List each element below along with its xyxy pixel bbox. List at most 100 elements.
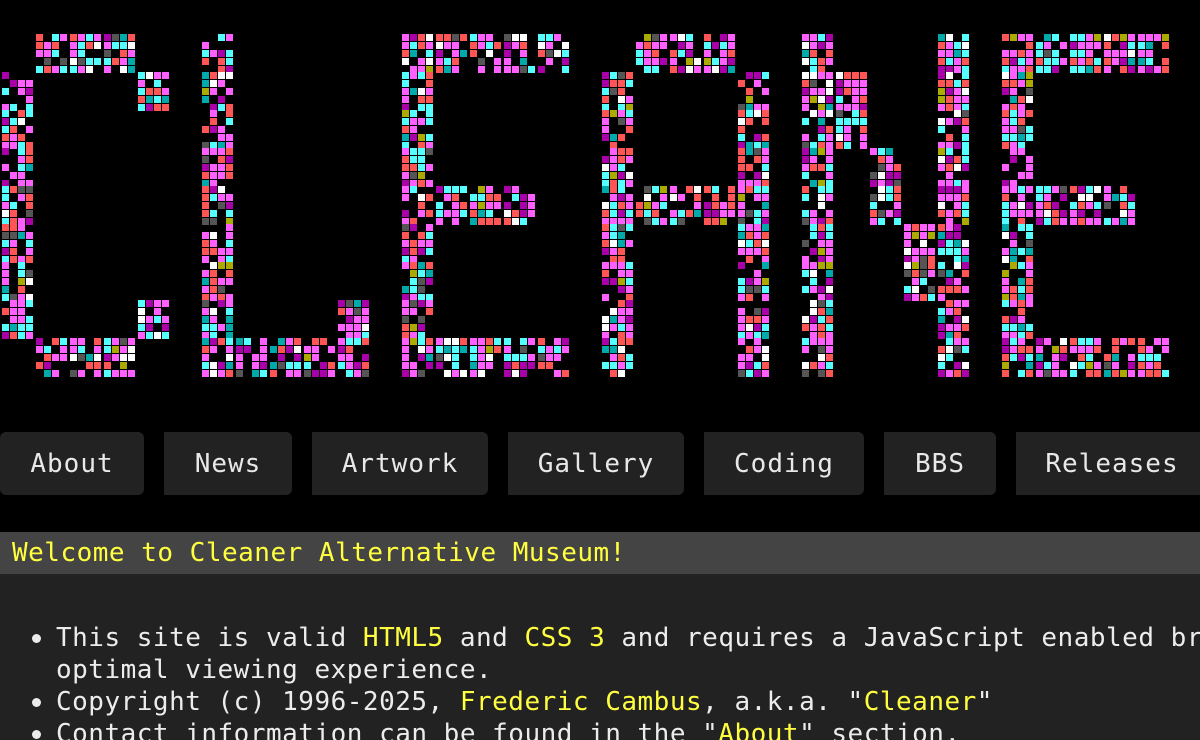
logo-pixel <box>802 88 809 95</box>
logo-pixel <box>1094 34 1101 41</box>
logo-pixel <box>26 180 33 187</box>
logo-pixel <box>202 370 209 377</box>
logo-pixel <box>818 308 825 315</box>
html5-link[interactable]: HTML5 <box>363 623 444 653</box>
logo-pixel <box>1018 210 1025 217</box>
logo-pixel <box>878 164 885 171</box>
nav-bbs[interactable]: BBS <box>884 432 996 495</box>
nav-news[interactable]: News <box>164 432 292 495</box>
logo-pixel <box>1036 66 1043 73</box>
author-link[interactable]: Frederic Cambus <box>460 687 702 717</box>
nav-releases[interactable]: Releases <box>1016 432 1200 495</box>
logo-pixel <box>520 354 527 361</box>
logo-pixel <box>626 332 633 339</box>
logo-pixel <box>418 262 425 269</box>
logo-pixel <box>426 362 433 369</box>
logo-pixel <box>618 186 625 193</box>
logo-pixel <box>128 42 135 49</box>
logo-pixel <box>138 96 145 103</box>
nav-artwork[interactable]: Artwork <box>312 432 488 495</box>
logo-pixel <box>852 96 859 103</box>
logo-pixel <box>810 270 817 277</box>
logo-pixel <box>346 338 353 345</box>
logo-pixel <box>618 286 625 293</box>
logo-pixel <box>202 240 209 247</box>
logo-pixel <box>826 180 833 187</box>
logo-pixel <box>478 346 485 353</box>
logo-pixel <box>146 88 153 95</box>
logo-pixel <box>1162 66 1169 73</box>
logo-pixel <box>626 316 633 323</box>
logo-pixel <box>1010 202 1017 209</box>
logo-pixel <box>762 172 769 179</box>
logo-pixel <box>962 270 969 277</box>
logo-pixel <box>202 172 209 179</box>
logo-pixel <box>202 164 209 171</box>
logo-pixel <box>286 362 293 369</box>
logo-pixel <box>818 286 825 293</box>
logo-pixel <box>94 338 101 345</box>
logo-pixel <box>626 180 633 187</box>
logo-pixel <box>538 338 545 345</box>
logo-pixel <box>618 80 625 87</box>
logo-pixel <box>826 96 833 103</box>
logo-pixel <box>946 270 953 277</box>
logo-pixel <box>1070 370 1077 377</box>
logo-pixel <box>802 362 809 369</box>
logo-pixel <box>1128 338 1135 345</box>
logo-pixel <box>938 148 945 155</box>
logo-pixel <box>218 156 225 163</box>
logo-pixel <box>954 58 961 65</box>
logo-pixel <box>128 346 135 353</box>
nav-coding[interactable]: Coding <box>704 432 864 495</box>
logo-pixel <box>762 218 769 225</box>
logo-pixel <box>18 110 25 117</box>
logo-pixel <box>402 172 409 179</box>
alias-link[interactable]: Cleaner <box>864 687 977 717</box>
logo-pixel <box>754 80 761 87</box>
logo-pixel <box>1112 50 1119 57</box>
logo-pixel <box>602 224 609 231</box>
logo-pixel <box>938 324 945 331</box>
logo-pixel <box>104 370 111 377</box>
logo-pixel <box>154 308 161 315</box>
nav-about[interactable]: About <box>0 432 144 495</box>
about-link[interactable]: About <box>718 719 799 740</box>
logo-pixel <box>218 300 225 307</box>
logo-pixel <box>818 34 825 41</box>
logo-pixel <box>946 72 953 79</box>
logo-pixel <box>402 324 409 331</box>
logo-pixel <box>304 354 311 361</box>
logo-pixel <box>10 80 17 87</box>
logo-pixel <box>312 338 319 345</box>
logo-pixel <box>1044 42 1051 49</box>
logo-pixel <box>738 80 745 87</box>
logo-pixel <box>1120 66 1127 73</box>
logo-pixel <box>962 42 969 49</box>
logo-pixel <box>626 72 633 79</box>
logo-pixel <box>10 308 17 315</box>
logo-pixel <box>202 50 209 57</box>
logo-pixel <box>1002 332 1009 339</box>
logo-pixel <box>410 172 417 179</box>
logo-pixel <box>938 248 945 255</box>
logo-pixel <box>1120 50 1127 57</box>
logo-pixel <box>2 286 9 293</box>
nav-gallery[interactable]: Gallery <box>508 432 684 495</box>
logo-pixel <box>402 262 409 269</box>
css3-link[interactable]: CSS 3 <box>524 623 605 653</box>
logo-pixel <box>938 142 945 149</box>
logo-pixel <box>36 338 43 345</box>
logo-pixel <box>538 66 545 73</box>
logo-pixel <box>486 34 493 41</box>
logo-pixel <box>2 332 9 339</box>
logo-pixel <box>746 362 753 369</box>
logo-pixel <box>1010 186 1017 193</box>
logo-pixel <box>652 210 659 217</box>
logo-pixel <box>1002 202 1009 209</box>
logo-pixel <box>218 134 225 141</box>
logo-pixel <box>844 80 851 87</box>
logo-pixel <box>878 194 885 201</box>
logo-pixel <box>946 370 953 377</box>
logo-pixel <box>218 58 225 65</box>
